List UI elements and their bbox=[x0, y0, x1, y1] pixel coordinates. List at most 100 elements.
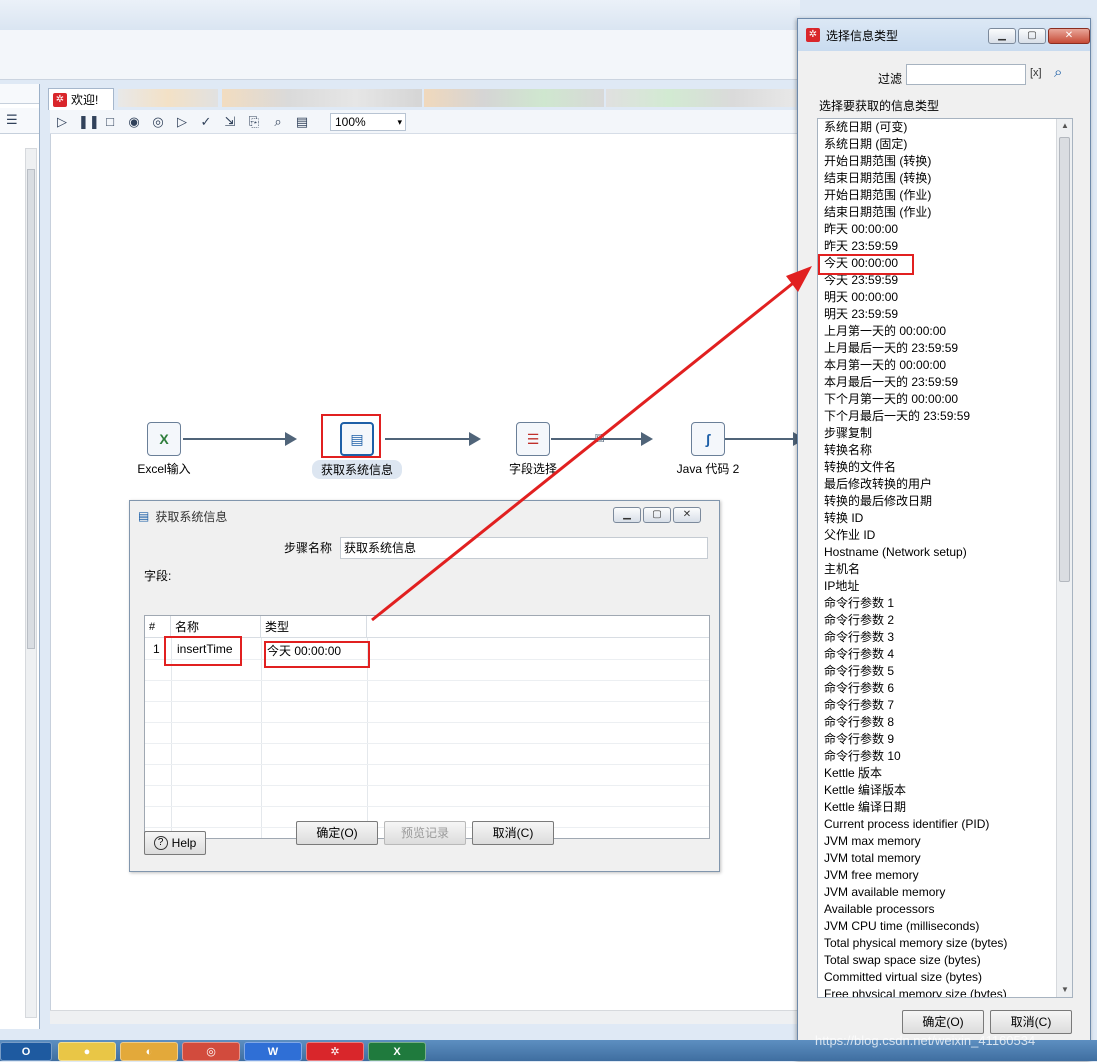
dialog-title: 选择信息类型 bbox=[826, 28, 899, 43]
list-item[interactable]: 转换名称 bbox=[818, 442, 1072, 459]
list-item[interactable]: 上月最后一天的 23:59:59 bbox=[818, 340, 1072, 357]
explore-db-icon[interactable]: ⌕ bbox=[270, 114, 286, 130]
column-header-type[interactable]: 类型 bbox=[261, 616, 367, 638]
list-item[interactable]: 昨天 00:00:00 bbox=[818, 221, 1072, 238]
list-item[interactable]: 命令行参数 9 bbox=[818, 731, 1072, 748]
column-header-name[interactable]: 名称 bbox=[171, 616, 261, 638]
kettle-icon[interactable]: ✲ bbox=[306, 1042, 364, 1061]
list-item[interactable]: 昨天 23:59:59 bbox=[818, 238, 1072, 255]
list-item[interactable]: 步骤复制 bbox=[818, 425, 1072, 442]
wps-icon[interactable]: W bbox=[244, 1042, 302, 1061]
excel-icon[interactable]: X bbox=[368, 1042, 426, 1061]
fields-table[interactable]: # 名称 类型 1 insertTime 今天 00:00:00 bbox=[144, 615, 710, 839]
canvas-hscrollbar[interactable] bbox=[50, 1010, 800, 1024]
list-item[interactable]: 上月第一天的 00:00:00 bbox=[818, 323, 1072, 340]
run-icon[interactable]: ▷ bbox=[54, 114, 70, 130]
info-type-list[interactable]: 系统日期 (可变) 系统日期 (固定) 开始日期范围 (转换) 结束日期范围 (转换)… bbox=[817, 118, 1073, 998]
list-item[interactable]: 下个月最后一天的 23:59:59 bbox=[818, 408, 1072, 425]
close-button[interactable]: ✕ bbox=[673, 507, 701, 523]
cancel-button[interactable]: 取消(C) bbox=[990, 1010, 1072, 1034]
list-item[interactable]: 命令行参数 1 bbox=[818, 595, 1072, 612]
step-java-code[interactable]: ʃ Java 代码 2 bbox=[663, 422, 753, 477]
list-item[interactable]: JVM CPU time (milliseconds) bbox=[818, 918, 1072, 935]
list-scrollbar[interactable]: ▲ ▼ bbox=[1056, 119, 1072, 997]
ok-button[interactable]: 确定(O) bbox=[296, 821, 378, 845]
list-item[interactable]: 命令行参数 10 bbox=[818, 748, 1072, 765]
tree-view-icon[interactable]: ☰ bbox=[6, 112, 18, 128]
list-item[interactable]: JVM total memory bbox=[818, 850, 1072, 867]
tab-welcome[interactable]: ✲ 欢迎! bbox=[48, 88, 114, 110]
outlook-icon[interactable]: O bbox=[0, 1042, 52, 1061]
list-item[interactable]: JVM max memory bbox=[818, 833, 1072, 850]
list-item[interactable]: 命令行参数 4 bbox=[818, 646, 1072, 663]
clear-filter-icon[interactable]: [x] bbox=[1030, 67, 1042, 79]
list-item[interactable]: 最后修改转换的用户 bbox=[818, 476, 1072, 493]
list-item[interactable]: 开始日期范围 (转换) bbox=[818, 153, 1072, 170]
list-item[interactable]: Total swap space size (bytes) bbox=[818, 952, 1072, 969]
chrome-icon[interactable]: ◎ bbox=[182, 1042, 240, 1061]
list-item[interactable]: IP地址 bbox=[818, 578, 1072, 595]
wechat-icon[interactable]: ● bbox=[58, 1042, 116, 1061]
minimize-button[interactable]: ▁ bbox=[613, 507, 641, 523]
list-item[interactable]: 命令行参数 2 bbox=[818, 612, 1072, 629]
list-item[interactable]: 开始日期范围 (作业) bbox=[818, 187, 1072, 204]
stop-icon[interactable]: □ bbox=[102, 114, 118, 130]
list-item[interactable]: Kettle 编译日期 bbox=[818, 799, 1072, 816]
list-item[interactable]: 父作业 ID bbox=[818, 527, 1072, 544]
list-item[interactable]: 主机名 bbox=[818, 561, 1072, 578]
list-item[interactable]: 明天 23:59:59 bbox=[818, 306, 1072, 323]
ok-button[interactable]: 确定(O) bbox=[902, 1010, 984, 1034]
app-icon[interactable]: ◐ bbox=[120, 1042, 178, 1061]
cancel-button[interactable]: 取消(C) bbox=[472, 821, 554, 845]
help-button[interactable]: ? Help bbox=[144, 831, 206, 855]
verify-icon[interactable]: ✓ bbox=[198, 114, 214, 130]
step-excel-input[interactable]: X Excel输入 bbox=[119, 422, 209, 477]
list-item[interactable]: 转换的文件名 bbox=[818, 459, 1072, 476]
close-button[interactable]: ✕ bbox=[1048, 28, 1090, 44]
list-item[interactable]: 系统日期 (可变) bbox=[818, 119, 1072, 136]
list-item[interactable]: 系统日期 (固定) bbox=[818, 136, 1072, 153]
filter-input[interactable] bbox=[906, 64, 1026, 85]
list-item[interactable]: 转换的最后修改日期 bbox=[818, 493, 1072, 510]
step-select-values[interactable]: ☰ 字段选择 bbox=[488, 422, 578, 477]
list-item[interactable]: Total physical memory size (bytes) bbox=[818, 935, 1072, 952]
list-item[interactable]: Current process identifier (PID) bbox=[818, 816, 1072, 833]
list-item[interactable]: Kettle 版本 bbox=[818, 765, 1072, 782]
list-item[interactable]: 明天 00:00:00 bbox=[818, 289, 1072, 306]
left-scrollbar[interactable] bbox=[25, 148, 37, 1018]
list-item[interactable]: 命令行参数 6 bbox=[818, 680, 1072, 697]
scroll-up-icon[interactable]: ▲ bbox=[1059, 119, 1071, 133]
replay-icon[interactable]: ▷ bbox=[174, 114, 190, 130]
minimize-button[interactable]: ▁ bbox=[988, 28, 1016, 44]
list-item[interactable]: 命令行参数 3 bbox=[818, 629, 1072, 646]
list-item[interactable]: 结束日期范围 (转换) bbox=[818, 170, 1072, 187]
list-item[interactable]: JVM available memory bbox=[818, 884, 1072, 901]
list-item[interactable]: 下个月第一天的 00:00:00 bbox=[818, 391, 1072, 408]
scroll-down-icon[interactable]: ▼ bbox=[1059, 983, 1071, 997]
maximize-button[interactable]: ▢ bbox=[1018, 28, 1046, 44]
step-name-input[interactable]: 获取系统信息 bbox=[340, 537, 708, 559]
zoom-select[interactable]: 100% bbox=[330, 112, 406, 131]
list-item[interactable]: 本月最后一天的 23:59:59 bbox=[818, 374, 1072, 391]
list-item[interactable]: 结束日期范围 (作业) bbox=[818, 204, 1072, 221]
list-item[interactable]: Kettle 编译版本 bbox=[818, 782, 1072, 799]
sql-icon[interactable]: ⎘ bbox=[246, 114, 262, 130]
list-item[interactable]: 命令行参数 8 bbox=[818, 714, 1072, 731]
preview-button[interactable]: 预览记录 bbox=[384, 821, 466, 845]
list-item[interactable]: Hostname (Network setup) bbox=[818, 544, 1072, 561]
show-results-icon[interactable]: ▤ bbox=[294, 114, 310, 130]
list-item[interactable]: 转换 ID bbox=[818, 510, 1072, 527]
list-item[interactable]: Committed virtual size (bytes) bbox=[818, 969, 1072, 986]
debug-icon[interactable]: ◎ bbox=[150, 114, 166, 130]
search-icon[interactable]: ⌕ bbox=[1054, 64, 1062, 81]
list-item[interactable]: Available processors bbox=[818, 901, 1072, 918]
list-item[interactable]: JVM free memory bbox=[818, 867, 1072, 884]
preview-icon[interactable]: ◉ bbox=[126, 114, 142, 130]
list-item[interactable]: 本月第一天的 00:00:00 bbox=[818, 357, 1072, 374]
impact-icon[interactable]: ⇲ bbox=[222, 114, 238, 130]
pause-icon[interactable]: ❚❚ bbox=[78, 114, 100, 130]
maximize-button[interactable]: ▢ bbox=[643, 507, 671, 523]
list-item[interactable]: 命令行参数 7 bbox=[818, 697, 1072, 714]
list-item[interactable]: Free physical memory size (bytes) bbox=[818, 986, 1072, 997]
list-item[interactable]: 命令行参数 5 bbox=[818, 663, 1072, 680]
